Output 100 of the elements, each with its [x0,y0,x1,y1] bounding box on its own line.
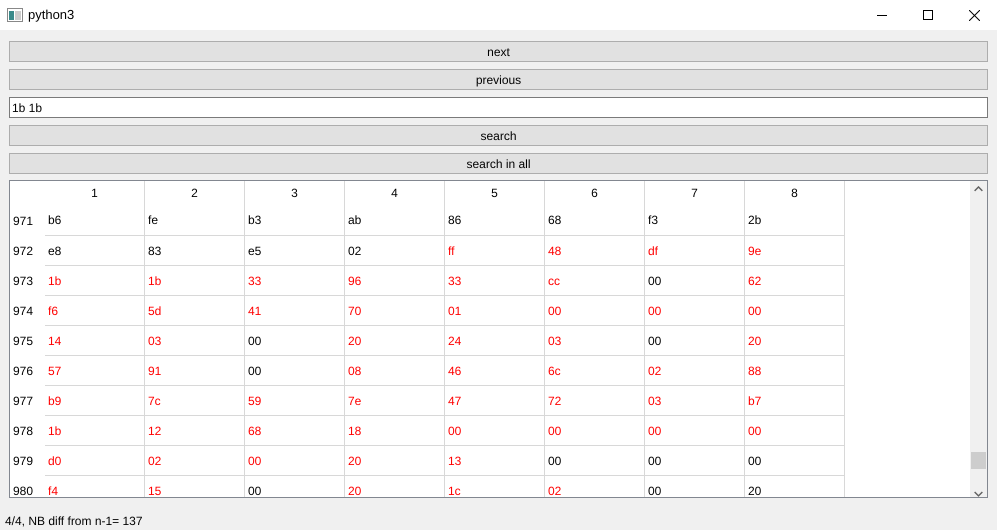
scroll-thumb[interactable] [971,452,986,470]
table-cell: 86 [445,205,545,235]
column-header[interactable]: 1 [45,181,145,205]
column-header[interactable]: 5 [445,181,545,205]
column-header[interactable]: 3 [245,181,345,205]
table-cell: 1b [145,265,245,295]
table-cell: ff [445,235,545,265]
row-header[interactable]: 980 [10,475,45,497]
table-cell: 88 [745,355,845,385]
row-header[interactable]: 974 [10,295,45,325]
table-cell: 00 [245,475,345,497]
table-cell: 00 [645,265,745,295]
table-cell: 00 [645,295,745,325]
table-cell: 00 [745,445,845,475]
table-cell: 02 [345,235,445,265]
table-cell: 20 [345,475,445,497]
push-button[interactable]: search [9,125,988,146]
vertical-scrollbar[interactable] [970,181,987,497]
table-cell: 18 [345,415,445,445]
scroll-up-icon[interactable] [974,186,983,192]
minimize-icon [877,14,887,16]
table-cell: 02 [545,475,645,497]
table-cell: 00 [745,295,845,325]
app-icon [7,8,23,22]
table-cell: 02 [145,445,245,475]
window-title: python3 [28,6,74,24]
column-header[interactable]: 7 [645,181,745,205]
table-cell: 20 [745,475,845,497]
table-cell: 00 [745,415,845,445]
row-header[interactable]: 972 [10,235,45,265]
table-cell: 9e [745,235,845,265]
table-cell: 00 [545,445,645,475]
table-cell: fe [145,205,245,235]
push-button[interactable]: search in all [9,153,988,174]
row-header[interactable]: 977 [10,385,45,415]
table-cell: d0 [45,445,145,475]
table-cell: 96 [345,265,445,295]
table-cell: 1b [45,415,145,445]
table-cell: 13 [445,445,545,475]
table-cell: 20 [745,325,845,355]
table-cell: b6 [45,205,145,235]
table-cell: 03 [145,325,245,355]
table-cell: 59 [245,385,345,415]
table-cell: f6 [45,295,145,325]
table-cell: 20 [345,445,445,475]
table-cell: 2b [745,205,845,235]
table-cell: 6c [545,355,645,385]
table-cell: 00 [645,415,745,445]
table-cell: 20 [345,325,445,355]
table-cell: 48 [545,235,645,265]
push-button[interactable]: previous [9,69,988,90]
table-cell: 00 [645,475,745,497]
table-cell: 72 [545,385,645,415]
column-header[interactable]: 4 [345,181,445,205]
table-cell: 33 [445,265,545,295]
column-header[interactable]: 6 [545,181,645,205]
table-cell: b3 [245,205,345,235]
maximize-icon [923,10,933,20]
table-cell: 14 [45,325,145,355]
table-cell: 08 [345,355,445,385]
close-icon [968,10,980,20]
table-cell: 1b [45,265,145,295]
scroll-down-icon[interactable] [974,491,983,497]
table-cell: 12 [145,415,245,445]
table-cell: 46 [445,355,545,385]
table-cell: 01 [445,295,545,325]
table-cell: 41 [245,295,345,325]
table-cell: b9 [45,385,145,415]
row-header[interactable]: 976 [10,355,45,385]
table-cell: 62 [745,265,845,295]
row-header[interactable]: 975 [10,325,45,355]
table-cell: e5 [245,235,345,265]
table-cell: 68 [545,205,645,235]
row-header[interactable]: 971 [10,205,45,235]
table-cell: 02 [645,355,745,385]
table-cell: 24 [445,325,545,355]
push-button[interactable]: next [9,41,988,62]
column-header[interactable]: 2 [145,181,245,205]
table-cell: cc [545,265,645,295]
table-cell: 83 [145,235,245,265]
table-cell: 00 [645,325,745,355]
table-cell: 1c [445,475,545,497]
table-cell: 00 [545,295,645,325]
table-cell: 00 [245,445,345,475]
table-cell: 03 [645,385,745,415]
search-field[interactable]: 1b 1b [9,97,988,118]
table-cell: f3 [645,205,745,235]
table-cell: 00 [245,325,345,355]
table-cell: e8 [45,235,145,265]
row-header[interactable]: 979 [10,445,45,475]
table-cell: 47 [445,385,545,415]
column-header[interactable]: 8 [745,181,845,205]
table-cell: 91 [145,355,245,385]
table-cell: 00 [445,415,545,445]
table-cell: 57 [45,355,145,385]
row-header[interactable]: 973 [10,265,45,295]
row-header[interactable]: 978 [10,415,45,445]
table-cell: 7e [345,385,445,415]
table-cell: 70 [345,295,445,325]
table-cell: 00 [645,445,745,475]
